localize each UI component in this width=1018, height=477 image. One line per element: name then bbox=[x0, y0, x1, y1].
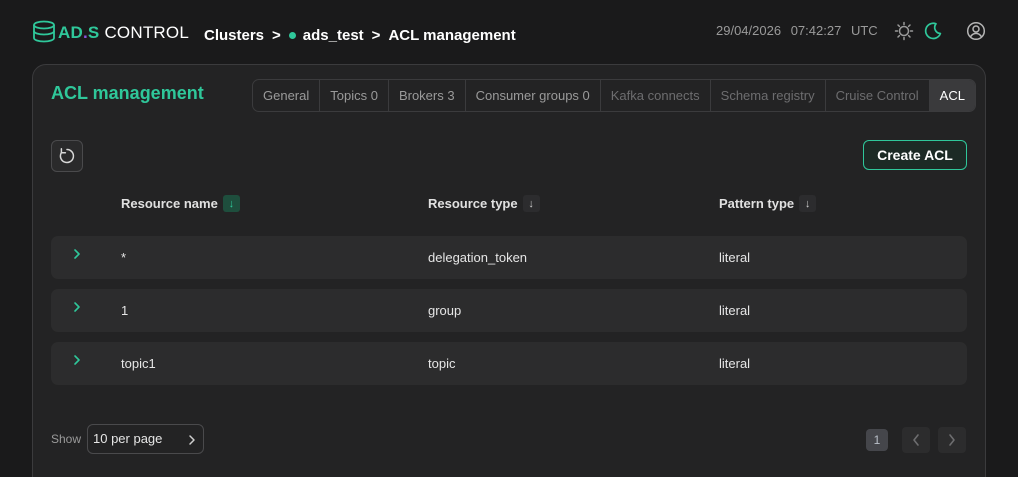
column-header-resource-name[interactable]: Resource name ↓ bbox=[121, 195, 240, 212]
show-label: Show bbox=[51, 432, 82, 446]
chevron-left-icon bbox=[913, 434, 919, 446]
cell-resource-type: topic bbox=[428, 356, 456, 371]
tab-consumer-groups[interactable]: Consumer groups 0 bbox=[466, 80, 601, 111]
column-label: Resource type bbox=[428, 196, 518, 211]
table-row[interactable]: topic1 topic literal bbox=[51, 342, 967, 385]
acl-card: ACL management General Topics 0 Brokers … bbox=[32, 64, 986, 477]
tab-kafka-connects: Kafka connects bbox=[601, 80, 711, 111]
column-header-pattern-type[interactable]: Pattern type ↓ bbox=[719, 195, 817, 212]
tab-brokers[interactable]: Brokers 3 bbox=[389, 80, 466, 111]
cell-resource-name: topic1 bbox=[121, 356, 156, 371]
logo-text: AD.S CONTROL bbox=[58, 22, 189, 42]
refresh-icon bbox=[59, 148, 75, 164]
sort-arrow-icon[interactable]: ↓ bbox=[522, 195, 540, 212]
cell-resource-type: delegation_token bbox=[428, 250, 528, 265]
sun-icon[interactable] bbox=[894, 21, 914, 41]
cell-pattern-type: literal bbox=[719, 303, 751, 318]
table-row[interactable]: 1 group literal bbox=[51, 289, 967, 332]
moon-icon[interactable] bbox=[923, 21, 943, 41]
timezone-text: UTC bbox=[850, 23, 878, 38]
breadcrumb-separator: > bbox=[371, 27, 381, 44]
chevron-right-icon[interactable] bbox=[71, 300, 83, 314]
next-page-button[interactable] bbox=[938, 427, 966, 453]
per-page-value: 10 per page bbox=[93, 431, 163, 446]
sort-arrow-icon[interactable]: ↓ bbox=[222, 195, 240, 212]
column-label: Resource name bbox=[121, 196, 218, 211]
breadcrumb-separator: > bbox=[272, 27, 281, 44]
database-logo-icon bbox=[33, 20, 55, 43]
server-datetime: 29/04/2026 07:42:27 UTC bbox=[716, 23, 878, 38]
previous-page-button[interactable] bbox=[902, 427, 930, 453]
cluster-tabs: General Topics 0 Brokers 3 Consumer grou… bbox=[252, 79, 976, 112]
page-title: ACL management bbox=[51, 83, 204, 103]
time-text: 07:42:27 bbox=[790, 23, 842, 38]
chevron-right-icon[interactable] bbox=[71, 247, 83, 261]
tab-general[interactable]: General bbox=[253, 80, 321, 111]
breadcrumb: Clusters > ads_test > ACL management bbox=[204, 27, 516, 44]
date-text: 29/04/2026 bbox=[716, 23, 782, 38]
page-number-button[interactable]: 1 bbox=[866, 429, 888, 451]
per-page-select[interactable]: 10 per page bbox=[87, 424, 204, 454]
breadcrumb-clusters[interactable]: Clusters bbox=[204, 27, 264, 44]
tab-schema-registry: Schema registry bbox=[711, 80, 826, 111]
cell-pattern-type: literal bbox=[719, 356, 751, 371]
chevron-right-icon bbox=[949, 434, 955, 446]
chevron-right-icon[interactable] bbox=[71, 353, 83, 367]
tab-acl[interactable]: ACL bbox=[929, 80, 975, 111]
column-header-resource-type[interactable]: Resource type ↓ bbox=[428, 195, 540, 212]
cell-resource-type: group bbox=[428, 303, 462, 318]
cluster-status-dot bbox=[288, 32, 296, 39]
ads-control-logo[interactable]: AD.S CONTROL bbox=[32, 19, 189, 45]
cell-resource-name: * bbox=[121, 250, 127, 265]
sort-arrow-icon[interactable]: ↓ bbox=[799, 195, 817, 212]
chevron-right-icon bbox=[189, 435, 195, 445]
cell-pattern-type: literal bbox=[719, 250, 751, 265]
create-acl-button[interactable]: Create ACL bbox=[863, 140, 967, 170]
user-icon[interactable] bbox=[966, 21, 986, 41]
column-label: Pattern type bbox=[719, 196, 795, 211]
refresh-button[interactable] bbox=[51, 140, 83, 172]
top-header: AD.S CONTROL Clusters > ads_test > ACL ma… bbox=[0, 0, 1018, 64]
table-row[interactable]: * delegation_token literal bbox=[51, 236, 967, 279]
tab-cruise-control: Cruise Control bbox=[826, 80, 930, 111]
cell-resource-name: 1 bbox=[121, 303, 129, 318]
breadcrumb-cluster[interactable]: ads_test bbox=[303, 27, 364, 44]
tab-topics[interactable]: Topics 0 bbox=[320, 80, 389, 111]
breadcrumb-current-page: ACL management bbox=[388, 27, 516, 44]
